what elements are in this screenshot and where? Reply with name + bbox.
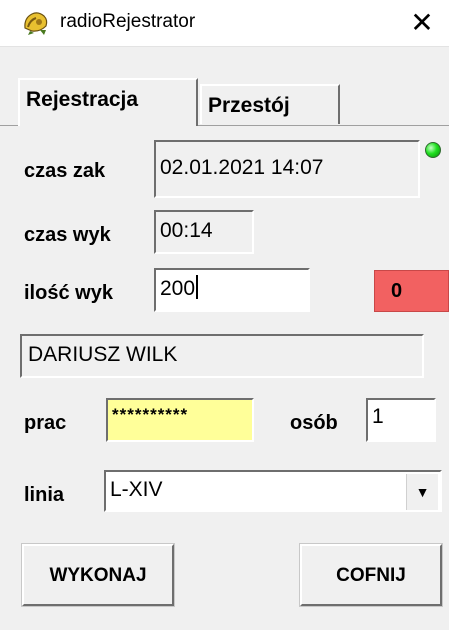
cofnij-button[interactable]: COFNIJ	[299, 543, 443, 607]
tab-rejestracja[interactable]: Rejestracja	[18, 78, 198, 126]
czas-wyk-field: 00:14	[154, 210, 254, 254]
osob-input[interactable]: 1	[366, 398, 436, 442]
counter-badge: 0	[374, 270, 449, 312]
close-icon[interactable]: ✕	[400, 8, 444, 40]
wykonaj-button[interactable]: WYKONAJ	[21, 543, 175, 607]
tab-przestoj[interactable]: Przestój	[200, 84, 340, 124]
status-led	[425, 142, 441, 158]
czas-zak-label: czas zak	[24, 160, 106, 182]
ilosc-wyk-value: 200	[160, 277, 196, 300]
ilosc-wyk-input[interactable]: 200	[154, 268, 310, 312]
prac-password-field[interactable]: **********	[106, 398, 254, 442]
prac-label: prac	[24, 412, 67, 434]
linia-value: L-XIV	[110, 478, 163, 501]
title-bar: radioRejestrator ✕	[0, 0, 449, 47]
radio-icon	[22, 8, 50, 36]
osob-label: osób	[290, 412, 338, 434]
linia-label: linia	[24, 484, 65, 506]
worker-name-field: DARIUSZ WILK	[20, 334, 424, 378]
text-caret	[196, 275, 199, 299]
window-title: radioRejestrator	[60, 11, 196, 32]
linia-select[interactable]: L-XIV ▼	[104, 470, 442, 512]
czas-wyk-label: czas wyk	[24, 224, 111, 246]
ilosc-wyk-label: ilość wyk	[24, 282, 113, 304]
chevron-down-icon[interactable]: ▼	[406, 474, 438, 510]
czas-zak-field: 02.01.2021 14:07	[154, 140, 420, 198]
